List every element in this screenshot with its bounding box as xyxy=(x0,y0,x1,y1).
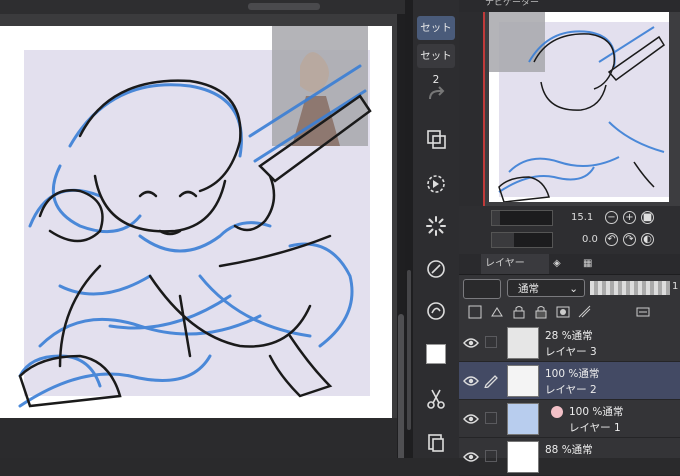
layer-thumbnail xyxy=(507,403,539,435)
blend-row: 通常 ⌄ 1 xyxy=(459,276,680,300)
palette-scrollbar-thumb[interactable] xyxy=(407,270,411,430)
scrollbar-thumb[interactable] xyxy=(398,314,404,458)
rotate-slider-fill xyxy=(492,233,514,247)
clipping-icon[interactable] xyxy=(467,304,483,320)
canvas-tab-pill xyxy=(248,3,320,10)
eye-icon[interactable] xyxy=(463,412,479,426)
layer-thumbnail xyxy=(507,365,539,397)
navigator-tab[interactable]: ナビゲーター xyxy=(485,0,539,10)
rotate-alt-icon[interactable] xyxy=(422,297,450,325)
rotate-left-button[interactable]: ↶ xyxy=(605,233,618,246)
navigator-panel: ナビゲーター xyxy=(459,0,680,206)
scissors-icon[interactable] xyxy=(422,385,450,413)
chevron-down-icon: ⌄ xyxy=(569,283,578,295)
opacity-slider[interactable] xyxy=(590,281,670,295)
color-mode-select[interactable] xyxy=(463,279,501,299)
zoom-slider-fill xyxy=(492,211,500,225)
rotate-icon[interactable] xyxy=(422,255,450,283)
navigator-preview[interactable] xyxy=(489,12,669,202)
tab-layer[interactable]: レイヤー xyxy=(481,254,549,274)
layer-panel-tabs: レイヤー ◈ ▦ xyxy=(459,254,680,275)
layer-thumbnail xyxy=(507,441,539,473)
transform-icon[interactable] xyxy=(422,170,450,198)
white-color-swatch[interactable] xyxy=(422,340,450,368)
mask-icon[interactable] xyxy=(555,304,571,320)
layer-name: レイヤー 2 xyxy=(545,384,597,396)
artwork-sketch xyxy=(18,26,372,408)
navigator-thumbnail xyxy=(489,12,669,202)
layer-opacity-mode: 100 %通常 xyxy=(569,406,624,418)
layer-thumbnail xyxy=(507,327,539,359)
opacity-value: 1 xyxy=(672,281,679,292)
layer-row-3[interactable]: 28 %通常 レイヤー 3 xyxy=(459,324,680,362)
color-swatch-icon xyxy=(551,406,563,418)
navigator-side-strip xyxy=(459,12,483,206)
tab-layer-search[interactable]: ▦ xyxy=(583,254,605,274)
layer-check-box[interactable] xyxy=(485,412,497,424)
zoom-slider[interactable] xyxy=(491,210,553,226)
layer-name: レイヤー 1 xyxy=(569,422,621,434)
layer-panel: レイヤー ◈ ▦ 通常 ⌄ 1 28 %通常 レイヤー 3 100 %通常 レイヤ… xyxy=(459,254,680,476)
eye-icon[interactable] xyxy=(463,450,479,464)
layer-row-paper[interactable]: 88 %通常 xyxy=(459,438,680,476)
layer-opacity-mode: 28 %通常 xyxy=(545,330,593,342)
lock-icon[interactable] xyxy=(511,304,527,320)
paste-icon[interactable] xyxy=(422,428,450,456)
canvas-paper[interactable] xyxy=(0,26,392,418)
layer-opacity-mode: 88 %通常 xyxy=(545,444,593,456)
zoom-value: 15.1 xyxy=(571,212,594,223)
set2-button[interactable]: セット2 xyxy=(417,44,455,86)
spinner-icon[interactable] xyxy=(422,212,450,240)
rotate-reset-button[interactable]: ◐ xyxy=(641,233,654,246)
redo-icon[interactable] xyxy=(422,80,450,108)
rotate-right-button[interactable]: ↷ xyxy=(623,233,636,246)
layer-tool-row xyxy=(459,301,680,323)
layer-check-box[interactable] xyxy=(485,450,497,462)
layer-row-2[interactable]: 100 %通常 レイヤー 2 xyxy=(459,362,680,400)
palette-scrollbar[interactable] xyxy=(405,0,413,458)
tab-layer-property[interactable]: ◈ xyxy=(553,254,575,274)
eye-icon[interactable] xyxy=(463,374,479,388)
eye-icon[interactable] xyxy=(463,336,479,350)
layer-opacity-mode: 100 %通常 xyxy=(545,368,600,380)
copy-icon[interactable] xyxy=(422,125,450,153)
zoom-fit-button[interactable]: ■ xyxy=(641,211,654,224)
canvas-vertical-scrollbar[interactable] xyxy=(397,14,405,458)
lock-alpha-icon[interactable] xyxy=(533,304,549,320)
navigator-controls: 15.1 − + ■ 0.0 ↶ ↷ ◐ xyxy=(459,206,680,254)
zoom-in-button[interactable]: + xyxy=(623,211,636,224)
rotation-value: 0.0 xyxy=(582,234,598,245)
pen-icon xyxy=(484,375,498,388)
layer-row-1[interactable]: 100 %通常 レイヤー 1 xyxy=(459,400,680,438)
blend-mode-value: 通常 xyxy=(518,283,539,295)
tab-layer-label: レイヤー xyxy=(485,258,525,269)
reference-icon[interactable] xyxy=(489,304,505,320)
command-bar: セット1 セット2 xyxy=(413,0,459,458)
canvas-bottom-area xyxy=(0,418,397,458)
layer-options-icon[interactable] xyxy=(635,304,651,320)
layer-check-box[interactable] xyxy=(485,336,497,348)
set1-button[interactable]: セット1 xyxy=(417,16,455,58)
zoom-out-button[interactable]: − xyxy=(605,211,618,224)
rotate-slider[interactable] xyxy=(491,232,553,248)
navigator-header: ナビゲーター xyxy=(459,0,680,12)
canvas-top-bar xyxy=(0,0,405,14)
ruler-icon[interactable] xyxy=(577,304,593,320)
blend-mode-select[interactable]: 通常 ⌄ xyxy=(507,279,585,297)
layer-name: レイヤー 3 xyxy=(545,346,597,358)
canvas-area[interactable] xyxy=(0,0,405,458)
